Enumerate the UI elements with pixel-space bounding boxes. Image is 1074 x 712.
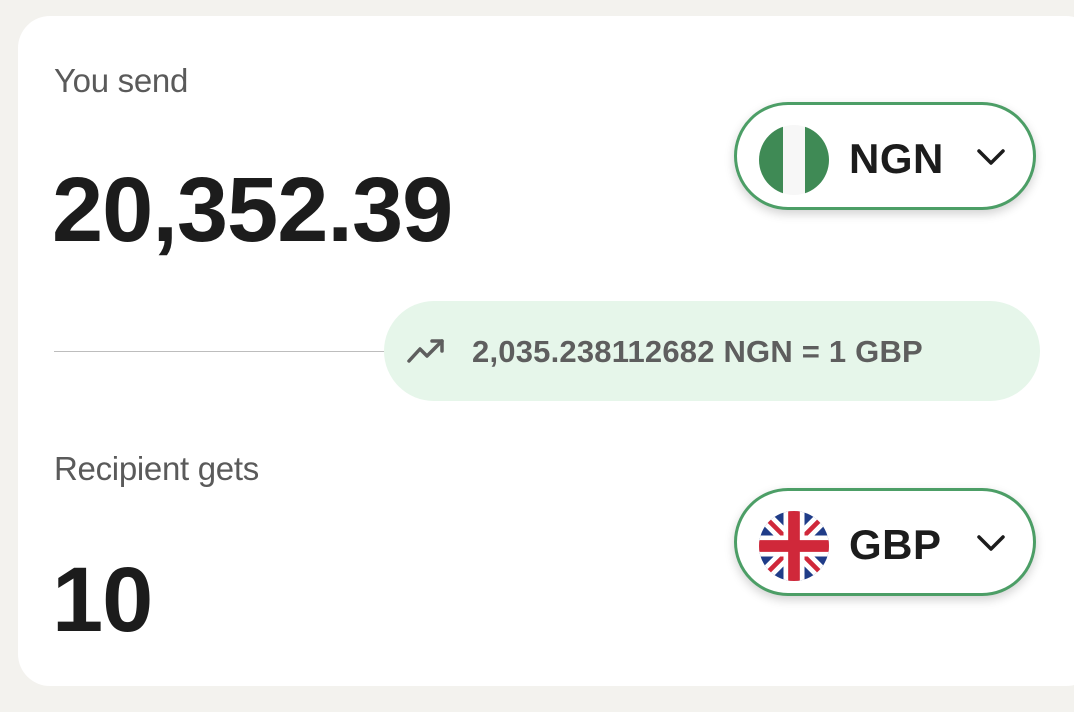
exchange-rate-text: 2,035.238112682 NGN = 1 GBP: [472, 334, 923, 369]
receive-currency-code: GBP: [849, 521, 942, 568]
send-amount-input[interactable]: 20,352.39: [52, 158, 453, 263]
recipient-gets-label: Recipient gets: [54, 450, 259, 487]
exchange-rate-badge: 2,035.238112682 NGN = 1 GBP: [384, 301, 1040, 401]
divider: [54, 351, 394, 352]
uk-flag-icon: [759, 511, 829, 581]
chevron-down-icon: [977, 535, 1005, 551]
receive-amount-input[interactable]: 10: [52, 548, 153, 653]
you-send-label: You send: [54, 62, 189, 99]
send-currency-select[interactable]: NGN: [734, 102, 1036, 210]
currency-converter-card: You send 20,352.39 NGN 2,035.238112682 N…: [18, 16, 1074, 686]
send-currency-code: NGN: [849, 135, 944, 182]
chevron-down-icon: [977, 149, 1005, 165]
nigeria-flag-icon: [759, 125, 829, 195]
receive-currency-select[interactable]: GBP: [734, 488, 1036, 596]
trending-up-icon: [407, 339, 444, 363]
